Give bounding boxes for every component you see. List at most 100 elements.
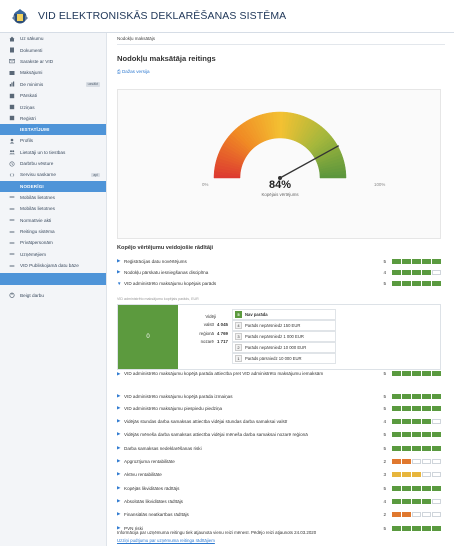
indicator-label: VID administrēto maksājumu piespiedu pie… [124, 405, 223, 411]
indicator-label: Reģistrācijas datu novērtējums [124, 258, 187, 264]
link-icon [9, 240, 15, 246]
indicator-row[interactable]: ▶ Finansiālās neatkarības rādītājs 2 [117, 509, 441, 519]
sidebar-link-mobil-s-lietotnes[interactable]: Mobilās lietotnes [0, 203, 106, 214]
score-bar [402, 431, 411, 437]
sidebar-item-label: Mobilās lietotnes [20, 194, 55, 200]
score-bar [432, 418, 441, 424]
indicator-row[interactable]: ▼ VID administrēto maksājumu kopējais par… [117, 278, 441, 288]
indicator-score: 5 [383, 258, 386, 264]
indicator-label: VID administrēto maksājumu kopējā parāda… [124, 393, 233, 399]
average-stat-label: nozarē [200, 339, 214, 345]
rating-info-link[interactable]: Uzziņi pudījumu par uzņēmuma reitinga rā… [117, 538, 215, 543]
back-link[interactable]: ⎙ Dažas versija [117, 69, 150, 74]
sidebar-item-maks-jumi[interactable]: Maksājumi [0, 67, 106, 78]
sidebar-item-servisu-saskarne[interactable]: Servisu saskarne api [0, 169, 106, 180]
indicator-label: Vidējās mēneša darba samaksas attiecība … [124, 431, 308, 437]
score-bar [412, 280, 421, 286]
sidebar-item-re-istri[interactable]: Reģistri [0, 113, 106, 124]
indicator-row[interactable]: ▶ Apgrozījuma rentabilitāte 2 [117, 456, 441, 466]
indicator-row[interactable]: ▶ Reģistrācijas datu novērtējums 5 [117, 256, 441, 266]
sidebar-item-darb-bu-v-sture[interactable]: Darbību vēsture [0, 158, 106, 169]
score-bar [422, 418, 431, 424]
indicator-row[interactable]: ▶ Absolūtās likviditātes rādītājs 4 [117, 496, 441, 506]
sidebar-link-reitingu-sist-ma[interactable]: Reitingu sistēma [0, 226, 106, 237]
sidebar-item-label: Profils [20, 138, 34, 144]
sidebar-item-uz-s-kumu[interactable]: Uz sākumu [0, 33, 106, 44]
debt-value-box: 0 [118, 305, 178, 369]
logout-button[interactable]: Beigt darbu [0, 289, 106, 300]
score-bar [412, 371, 421, 376]
home-icon [9, 36, 15, 42]
score-bar [432, 485, 441, 491]
indicator-score-bars [392, 525, 441, 531]
chevron-right-icon: ▶ [117, 393, 121, 398]
score-bar [412, 418, 421, 424]
indicator-row[interactable]: ▶ VID administrēto maksājumu kopējā parād… [117, 371, 441, 387]
debt-level-item: 5 Nav parāda [232, 309, 336, 320]
score-bar [432, 431, 441, 437]
indicator-score: 5 [383, 371, 386, 376]
sidebar-link-priv-tperson-m[interactable]: Privātpersonām [0, 237, 106, 248]
score-bar [412, 525, 421, 531]
breadcrumb[interactable]: Nodokļu maksātājs [117, 33, 445, 45]
indicator-row[interactable]: ▶ Aktīvu rentabilitāte 3 [117, 469, 441, 479]
indicator-row[interactable]: ▶ Vidējās mēneša darba samaksas attiecība… [117, 429, 441, 439]
chevron-right-icon: ▶ [117, 371, 121, 376]
debt-level-number: 4 [235, 322, 242, 329]
score-bar [422, 498, 431, 504]
indicator-score-bars [392, 511, 441, 517]
score-bar [422, 471, 431, 477]
score-bar [422, 269, 431, 275]
indicator-row[interactable]: ▶ VID administrēto maksājumu piespiedu pi… [117, 403, 441, 413]
score-bar [412, 445, 421, 451]
indicator-row[interactable]: ▶ Vidējās stundas darba samaksas attiecīb… [117, 416, 441, 426]
indicator-label: VID administrēto maksājumu kopējais parā… [124, 280, 217, 286]
vid-logo-icon [12, 9, 28, 24]
sidebar-item-label: Uz sākumu [20, 36, 44, 42]
power-icon [9, 292, 15, 298]
score-bar [392, 525, 401, 531]
indicator-score-bars [392, 371, 441, 376]
sidebar-item-label: Lietotāji un to tiesības [20, 149, 66, 155]
sidebar-item-label: Maksājumi [20, 70, 43, 76]
indicator-row[interactable]: ▶ VID administrēto maksājumu kopējā parād… [117, 391, 441, 401]
indicator-row[interactable]: ▶ Nodokļu pārskatu iesniegšanas disciplīn… [117, 267, 441, 277]
debt-level-item: 2 Parāds nepārsniedz 10 000 EUR [232, 342, 336, 353]
sidebar-item-label: Privātpersonām [20, 240, 53, 246]
score-bar [432, 511, 441, 517]
sidebar-item-izzi-as[interactable]: Izziņas [0, 101, 106, 112]
indicator-label: Aktīvu rentabilitāte [124, 471, 162, 477]
history-icon [9, 161, 15, 167]
sidebar-item-profils[interactable]: Profils [0, 135, 106, 146]
average-stat-row: reģionā 4 769 [188, 330, 228, 338]
sidebar-item-de-minimis[interactable]: De minimis uzsākt [0, 79, 106, 90]
sidebar-item-p-rskati[interactable]: Pārskati [0, 90, 106, 101]
sidebar-link-uz-m-jiem[interactable]: Uzņēmējiem [0, 249, 106, 260]
back-link-label: Dažas versija [121, 69, 150, 74]
sidebar-divider [0, 273, 106, 286]
score-bar [402, 280, 411, 286]
indicator-score-bars [392, 471, 441, 477]
indicator-score-bars [392, 445, 441, 451]
indicator-score: 5 [383, 280, 386, 286]
sidebar-link-mobil-s-lietotnes[interactable]: Mobilās lietotnes [0, 192, 106, 203]
indicator-label: Vidējās stundas darba samaksas attiecība… [124, 418, 288, 424]
indicator-row[interactable]: ▶ Kopējās likviditātes rādītājs 5 [117, 483, 441, 493]
score-bar [432, 498, 441, 504]
score-bar [412, 511, 421, 517]
main-content: Nodokļu maksātājs Nodokļu maksātāja reit… [108, 33, 454, 546]
score-bar [422, 393, 431, 399]
indicator-row[interactable]: ▶ Darba samaksas nedeklarēšanas riski 5 [117, 443, 441, 453]
indicator-score: 4 [383, 498, 386, 504]
sidebar-item-lietot-ji-un-to-ties-bas[interactable]: Lietotāji un to tiesības [0, 147, 106, 158]
score-bar [402, 445, 411, 451]
sidebar-link-normat-vie-akti[interactable]: Normatīvie akti [0, 214, 106, 225]
score-bar [402, 485, 411, 491]
score-bar [402, 371, 411, 376]
sidebar-item-sarakste-ar-vid[interactable]: Sarakste ar VID [0, 56, 106, 67]
sidebar-item-dokumenti[interactable]: Dokumenti [0, 44, 106, 55]
score-bar [422, 371, 431, 376]
sidebar-link-vid-publiskojam-datu-b-ze[interactable]: VID Publiskojamā datu bāze [0, 260, 106, 271]
debt-level-item: 4 Parāds nepārsniedz 150 EUR [232, 320, 336, 331]
score-bar [392, 258, 401, 264]
